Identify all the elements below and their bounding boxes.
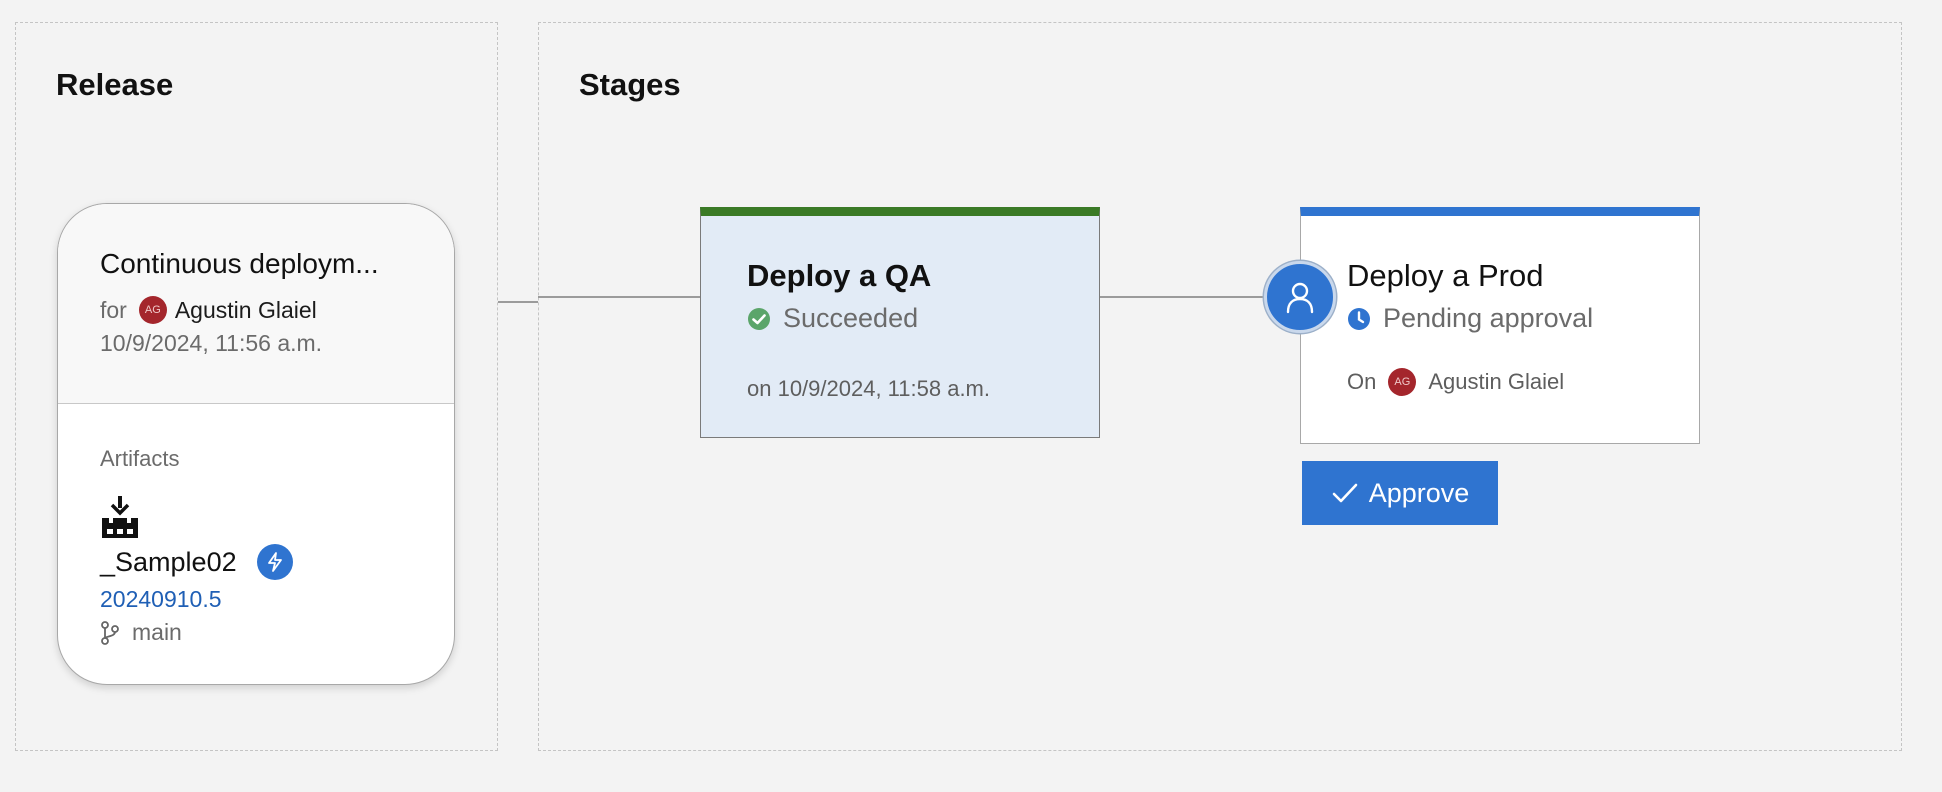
on-label: On	[1347, 369, 1377, 394]
approver-name: Agustin Glaiel	[1428, 369, 1565, 394]
approver-line: On AG Agustin Glaiel	[1347, 368, 1564, 396]
release-created-date: 10/9/2024, 11:56 a.m.	[100, 330, 323, 356]
check-circle-icon	[748, 307, 770, 330]
stage-detail: on 10/9/2024, 11:58 a.m.	[747, 376, 990, 401]
artifacts-section: Artifacts _Sample02 20240910.5 main	[58, 404, 454, 646]
branch-line: main	[100, 619, 454, 646]
connector-to-qa	[538, 296, 700, 298]
release-card-header: Continuous deploym... for AG Agustin Gla…	[58, 204, 454, 404]
stages-panel-title: Stages	[579, 67, 681, 102]
approve-button[interactable]: Approve	[1302, 461, 1498, 525]
requested-by-line: for AG Agustin Glaiel	[100, 296, 454, 324]
stage-name: Deploy a QA	[747, 258, 932, 293]
stage-status: Succeeded	[747, 303, 918, 334]
clock-icon	[1348, 307, 1370, 330]
lightning-icon	[256, 544, 293, 580]
release-card[interactable]: Continuous deploym... for AG Agustin Gla…	[57, 203, 455, 685]
build-artifact-icon	[100, 496, 140, 540]
build-number-link[interactable]: 20240910.5	[100, 586, 454, 613]
release-name[interactable]: Continuous deploym...	[100, 248, 454, 280]
branch-name: main	[132, 619, 182, 645]
stage-status-text: Pending approval	[1383, 303, 1594, 333]
stage-status-text: Succeeded	[783, 303, 919, 333]
stage-card-qa[interactable]: Deploy a QA Succeeded on 10/9/2024, 11:5…	[700, 207, 1100, 438]
connector-qa-to-prod	[1100, 296, 1266, 298]
avatar: AG	[138, 296, 167, 324]
avatar: AG	[1388, 368, 1417, 396]
release-panel-title: Release	[56, 67, 174, 102]
stage-status: Pending approval	[1347, 303, 1593, 334]
artifacts-label: Artifacts	[100, 446, 180, 471]
checkmark-icon	[1332, 483, 1358, 503]
requested-by-name: Agustin Glaiel	[174, 296, 317, 323]
approver-person-icon[interactable]	[1264, 261, 1336, 333]
artifact-name: _Sample02	[100, 546, 237, 577]
stage-card-prod[interactable]: Deploy a Prod Pending approval On AG Agu…	[1300, 207, 1700, 444]
for-label: for	[100, 296, 127, 323]
artifact-row: _Sample02	[100, 544, 454, 580]
approve-button-label: Approve	[1368, 477, 1470, 508]
branch-icon	[101, 620, 119, 645]
connector-release-to-stages	[498, 301, 538, 303]
stage-name: Deploy a Prod	[1347, 258, 1544, 293]
